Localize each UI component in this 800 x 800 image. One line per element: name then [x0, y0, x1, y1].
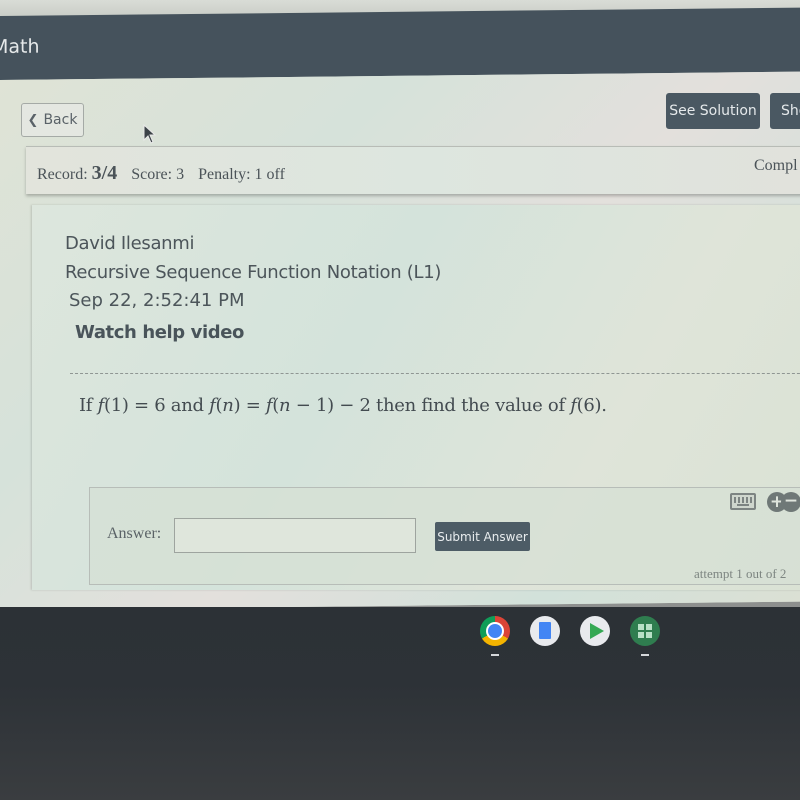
question-meta: David Ilesanmi Recursive Sequence Functi…	[65, 233, 441, 343]
answer-input[interactable]	[174, 518, 416, 553]
docs-icon[interactable]	[530, 616, 560, 646]
answer-label: Answer:	[107, 525, 162, 542]
chrome-icon[interactable]	[480, 616, 510, 656]
os-shelf: )	[0, 607, 800, 800]
student-name: David Ilesanmi	[65, 233, 195, 254]
zoom-out-icon[interactable]: −	[781, 492, 800, 512]
dashed-divider	[70, 373, 800, 374]
play-store-icon[interactable]	[580, 616, 610, 646]
timestamp: Sep 22, 2:52:41 PM	[69, 290, 245, 311]
complete-status: Compl	[754, 157, 798, 174]
question-prompt: If f(1) = 6 and f(n) = f(n − 1) − 2 then…	[79, 395, 607, 416]
back-button-label: Back	[43, 112, 78, 128]
topic-title: Recursive Sequence Function Notation (L1…	[65, 262, 442, 283]
score-label: Score:	[131, 166, 173, 183]
answer-panel: Answer: Submit Answer + − attempt 1 out …	[89, 487, 800, 585]
question-card: David Ilesanmi Recursive Sequence Functi…	[32, 205, 800, 590]
chevron-left-icon: ❮	[27, 112, 39, 128]
mouse-cursor-icon	[143, 124, 157, 144]
back-button[interactable]: ❮ Back	[21, 103, 84, 137]
record-summary: Record: 3/4 Score: 3 Penalty: 1 off	[37, 162, 285, 185]
app-title: Math	[0, 35, 40, 59]
score-value: 3	[176, 166, 185, 183]
running-indicator	[491, 654, 499, 656]
running-indicator	[641, 654, 649, 656]
record-bar: Record: 3/4 Score: 3 Penalty: 1 off Comp…	[26, 146, 800, 194]
record-label: Record:	[37, 166, 88, 183]
record-value: 3/4	[91, 162, 118, 184]
attempt-counter: attempt 1 out of 2	[694, 566, 787, 581]
penalty-label: Penalty:	[198, 166, 251, 183]
penalty-value: 1 off	[254, 166, 285, 183]
app-header: Math	[0, 7, 800, 80]
calculator-icon[interactable]	[630, 616, 660, 656]
see-solution-button[interactable]: See Solution	[666, 93, 760, 129]
watch-help-video-link[interactable]: Watch help video	[65, 322, 244, 343]
keyboard-icon[interactable]	[730, 493, 756, 510]
submit-answer-button[interactable]: Submit Answer	[435, 522, 530, 551]
show-button[interactable]: Sho	[770, 93, 800, 129]
